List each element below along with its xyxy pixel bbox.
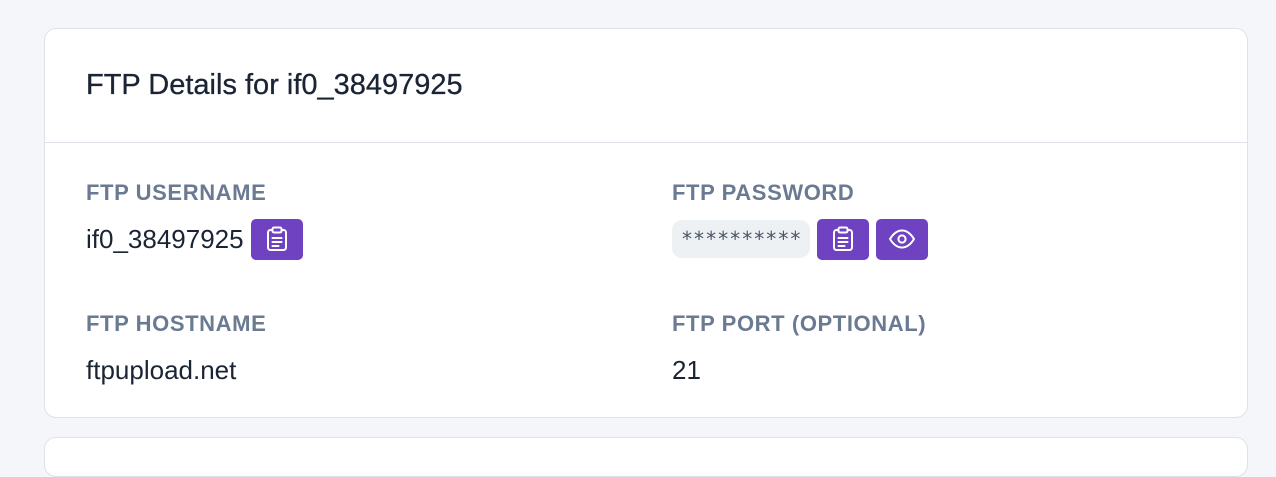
ftp-password-label: FTP PASSWORD (672, 180, 855, 205)
next-card (44, 437, 1248, 477)
ftp-hostname-value-row: ftpupload.net (86, 350, 266, 390)
ftp-port-value-row: 21 (672, 350, 926, 390)
copy-username-button[interactable] (250, 218, 303, 260)
clipboard-icon (266, 226, 287, 251)
ftp-port-value: 21 (672, 355, 701, 385)
ftp-hostname-field: FTP HOSTNAME ftpupload.net (86, 311, 266, 390)
copy-password-button[interactable] (817, 218, 870, 260)
ftp-password-value-row: ********** (672, 218, 929, 260)
ftp-username-label: FTP USERNAME (86, 180, 267, 205)
eye-icon (889, 229, 916, 249)
reveal-password-button[interactable] (876, 218, 929, 260)
ftp-port-label: FTP PORT (OPTIONAL) (672, 311, 927, 336)
ftp-username-value-row: if0_38497925 (86, 218, 303, 260)
ftp-password-masked-value: ********** (672, 220, 811, 258)
ftp-hostname-value: ftpupload.net (86, 355, 237, 385)
ftp-details-card: FTP Details for if0_38497925 FTP USERNAM… (44, 28, 1248, 418)
ftp-port-field: FTP PORT (OPTIONAL) 21 (672, 311, 926, 390)
ftp-hostname-label: FTP HOSTNAME (86, 311, 267, 336)
card-header: FTP Details for if0_38497925 (45, 29, 1247, 143)
clipboard-icon (833, 226, 854, 251)
ftp-username-value: if0_38497925 (86, 224, 244, 254)
card-title: FTP Details for if0_38497925 (86, 69, 463, 101)
ftp-username-field: FTP USERNAME if0_38497925 (86, 180, 303, 260)
ftp-password-field: FTP PASSWORD ********** (672, 180, 929, 260)
